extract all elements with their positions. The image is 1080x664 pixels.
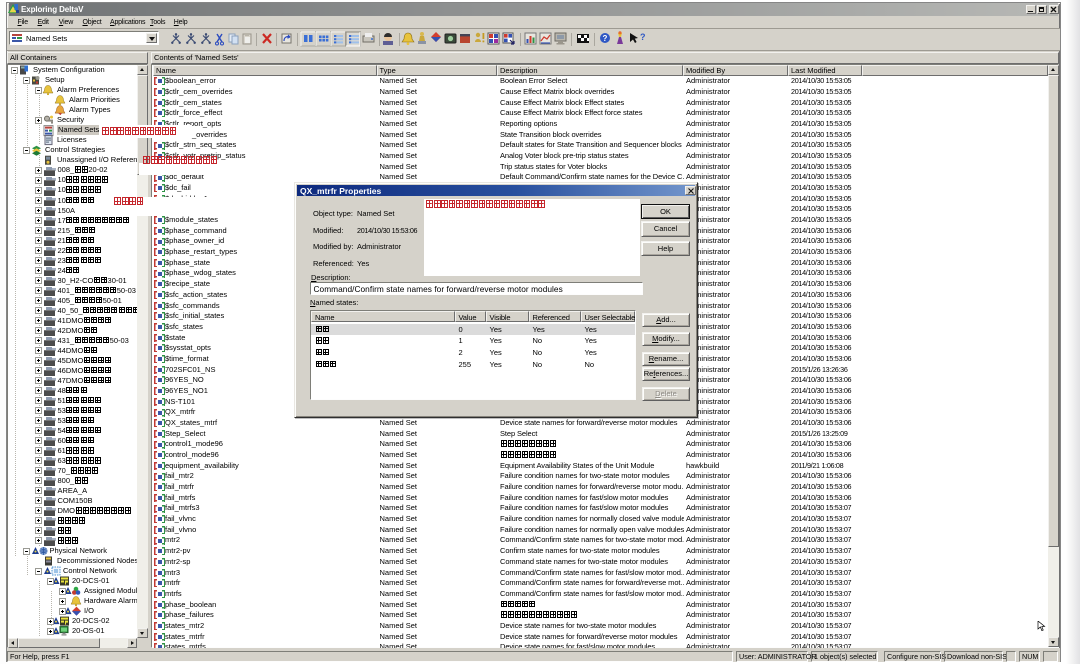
svg-text:?: ? — [603, 34, 608, 43]
svg-text:?: ? — [640, 32, 646, 42]
